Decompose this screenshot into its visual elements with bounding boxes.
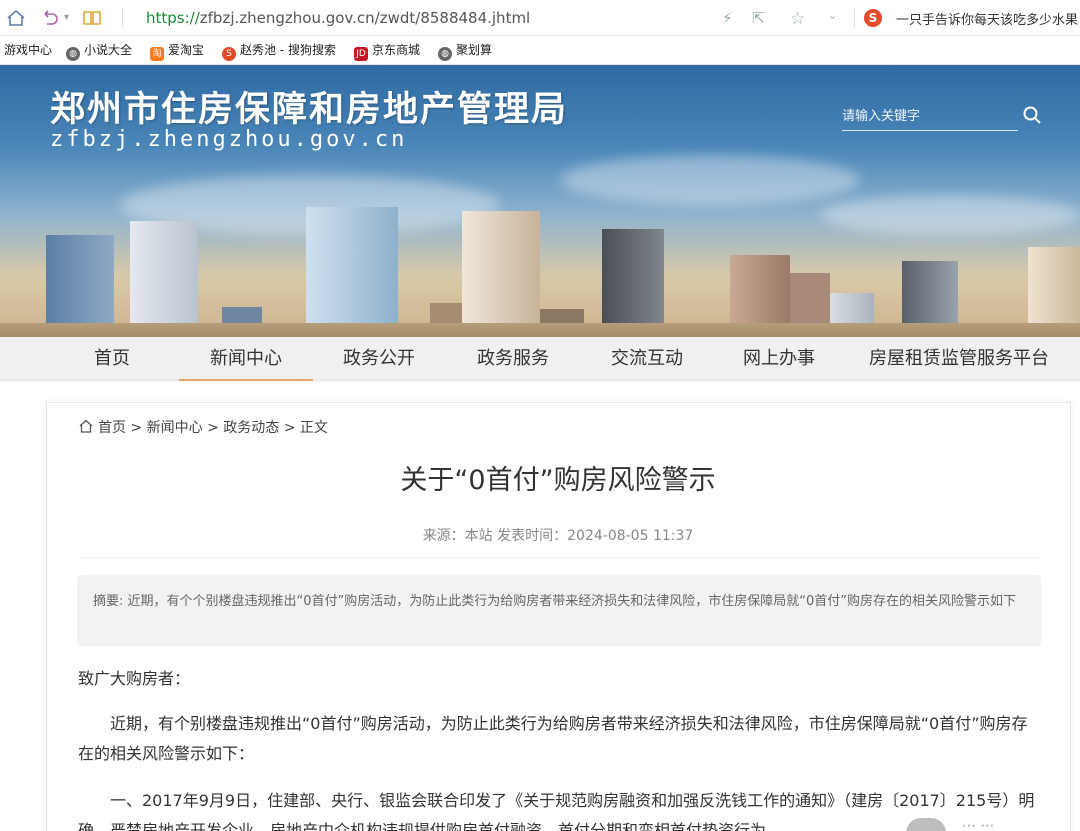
nav-news-center[interactable]: 新闻中心 [179, 337, 313, 381]
cloud [820, 195, 1080, 235]
toolbar-divider [122, 8, 123, 28]
bookmark-juhuasuan[interactable]: ◍ 聚划算 [438, 42, 492, 61]
divider [78, 557, 1040, 558]
browser-toolbar: ▾ https://zfbzj.zhengzhou.gov.cn/zwdt/85… [0, 0, 1080, 36]
site-domain: zfbzj.zhengzhou.gov.cn [50, 127, 408, 152]
article-title: 关于“0首付”购房风险警示 [400, 465, 716, 496]
bookmark-jd[interactable]: JD 京东商城 [354, 42, 420, 61]
building [130, 221, 198, 337]
nav-online-services[interactable]: 网上办事 [724, 337, 834, 381]
breadcrumb: 首页 > 新闻中心 > 政务动态 > 正文 [78, 418, 328, 437]
undo-icon[interactable] [40, 8, 60, 33]
article-summary: 摘要: 近期，有个个别楼盘违规推出“0首付”购房活动，为防止此类行为给购房者带来… [77, 575, 1041, 646]
nav-government-services[interactable]: 政务服务 [458, 337, 568, 381]
taobao-icon: 淘 [150, 47, 164, 61]
site-search-input[interactable] [842, 105, 1012, 127]
sogou-search-icon[interactable]: S [864, 9, 882, 27]
star-icon[interactable]: ☆ [790, 9, 805, 29]
bookmark-sogou-search[interactable]: S 赵秀池 - 搜狗搜索 [222, 42, 336, 61]
toolbar-divider [854, 8, 855, 28]
article-source: 来源：本站 [422, 528, 493, 544]
home-icon [79, 419, 93, 433]
sogou-icon: S [222, 47, 236, 61]
article-paragraph: 一、2017年9月9日，住建部、央行、银监会联合印发了《关于规范购房融资和加强反… [78, 791, 1035, 831]
main-nav: 首页 新闻中心 政务公开 政务服务 交流互动 网上办事 房屋租赁监管服务平台 [0, 337, 1080, 381]
article-meta: 来源：本站 发表时间：2024-08-05 11:37 [0, 525, 1080, 545]
bookmark-game-center[interactable]: 游戏中心 [4, 42, 52, 58]
breadcrumb-news-center[interactable]: 新闻中心 [147, 420, 203, 436]
globe-icon: ◍ [438, 47, 452, 61]
breadcrumb-separator: > [283, 420, 296, 436]
search-icon[interactable] [1022, 105, 1042, 125]
nav-government-affairs[interactable]: 政务公开 [324, 337, 434, 381]
url-path: zfbzj.zhengzhou.gov.cn/zwdt/8588484.jhtm… [199, 9, 531, 27]
article-publish-time: 发表时间：2024-08-05 11:37 [497, 528, 694, 544]
nav-home[interactable]: 首页 [60, 337, 164, 381]
bookmark-aitaobao[interactable]: 淘爱淘宝 [150, 42, 204, 61]
breadcrumb-home[interactable]: 首页 [98, 420, 126, 436]
chevron-down-icon[interactable]: ▾ [64, 8, 69, 28]
nav-interaction[interactable]: 交流互动 [592, 337, 702, 381]
more-icon[interactable]: ⋯ ⋯ [962, 818, 994, 831]
bookmark-book-icon[interactable] [82, 8, 102, 33]
site-search-box [842, 103, 1018, 131]
address-bar[interactable]: https://zfbzj.zhengzhou.gov.cn/zwdt/8588… [146, 9, 530, 27]
jd-icon: JD [354, 47, 368, 61]
site-banner: 郑州市住房保障和房地产管理局 zfbzj.zhengzhou.gov.cn [0, 65, 1080, 337]
browser-search-hint[interactable]: 一只手告诉你每天该吃多少水果 [896, 9, 1080, 28]
cloud [560, 155, 860, 205]
building [306, 207, 398, 337]
globe-icon: ◍ [66, 47, 80, 61]
share-icon[interactable]: ⇱ [752, 9, 765, 27]
article-salutation: 致广大购房者： [78, 669, 191, 688]
site-title: 郑州市住房保障和房地产管理局 [50, 90, 569, 130]
chevron-down-icon[interactable]: ⌄ [828, 9, 837, 22]
breadcrumb-separator: > [130, 420, 143, 436]
home-icon[interactable] [6, 8, 26, 33]
bookmark-novels[interactable]: ◍ 小说大全 [66, 42, 132, 61]
building [602, 229, 664, 337]
lightning-icon[interactable]: ⚡ [722, 9, 733, 27]
url-protocol: https:// [146, 9, 200, 27]
building [462, 211, 540, 337]
breadcrumb-current: 正文 [299, 420, 328, 436]
ground [0, 323, 1080, 337]
breadcrumb-government-news[interactable]: 政务动态 [223, 420, 279, 436]
nav-rental-platform[interactable]: 房屋租赁监管服务平台 [860, 337, 1058, 381]
breadcrumb-separator: > [207, 420, 219, 436]
bookmarks-bar: 游戏中心 ◍ 小说大全 淘爱淘宝 S 赵秀池 - 搜狗搜索 JD 京东商城 ◍ 聚划算 [0, 36, 1080, 65]
building [46, 235, 114, 337]
article-paragraph: 近期，有个别楼盘违规推出“0首付”购房活动，为防止此类行为给购房者带来经济损失和… [78, 714, 1028, 763]
